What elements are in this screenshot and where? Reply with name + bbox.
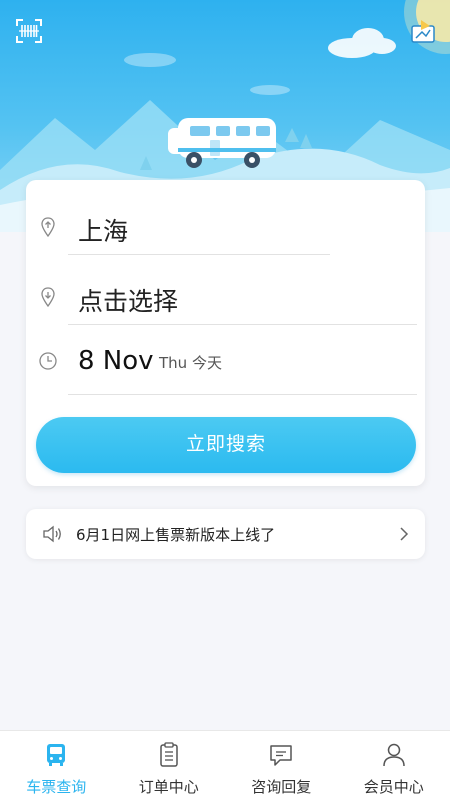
announcement-bar[interactable]: 6月1日网上售票新版本上线了 (26, 509, 425, 559)
tab-label: 车票查询 (26, 778, 87, 796)
bus-icon (47, 744, 66, 766)
departure-city: 上海 (78, 217, 129, 246)
location-pin-icon (38, 216, 58, 238)
divider (68, 324, 417, 325)
bottom-tab-bar: 车票查询 订单中心 咨询回复 会员中心 (0, 730, 450, 800)
travel-weekday: Thu 今天 (159, 354, 222, 372)
departure-field[interactable]: 上海 (26, 190, 425, 260)
chat-bubble-icon (270, 745, 292, 766)
speaker-icon (43, 525, 61, 543)
tab-label: 会员中心 (363, 778, 424, 796)
app-screen: 上海 点击选择 8 Nov Thu 今天 立即搜索 6月1日网上售票新版本上线了… (0, 0, 450, 800)
divider (68, 254, 330, 255)
destination-field[interactable]: 点击选择 (26, 262, 425, 332)
destination-city: 点击选择 (78, 287, 179, 316)
location-pin-icon (38, 286, 58, 308)
travel-date: 8 Nov (78, 346, 154, 376)
tab-order-center[interactable]: 订单中心 (113, 731, 226, 800)
date-field[interactable]: 8 Nov Thu 今天 (26, 332, 425, 402)
tab-label: 订单中心 (138, 778, 199, 796)
announcement-text: 6月1日网上售票新版本上线了 (76, 526, 276, 544)
chevron-right-icon (400, 527, 409, 541)
clipboard-icon (160, 742, 178, 767)
search-button[interactable]: 立即搜索 (36, 417, 416, 473)
tab-member-center[interactable]: 会员中心 (338, 731, 450, 800)
ticket-search-card: 上海 点击选择 8 Nov Thu 今天 立即搜索 (26, 180, 425, 486)
tab-consult-reply[interactable]: 咨询回复 (225, 731, 338, 800)
share-map-icon (411, 20, 435, 43)
share-map-button[interactable] (408, 18, 438, 46)
tab-ticket-search[interactable]: 车票查询 (0, 731, 113, 800)
divider (68, 394, 417, 395)
tab-label: 咨询回复 (251, 778, 312, 796)
barcode-scan-icon (16, 19, 42, 43)
person-icon (383, 743, 405, 767)
scan-button[interactable] (14, 16, 44, 46)
clock-icon (38, 350, 58, 372)
